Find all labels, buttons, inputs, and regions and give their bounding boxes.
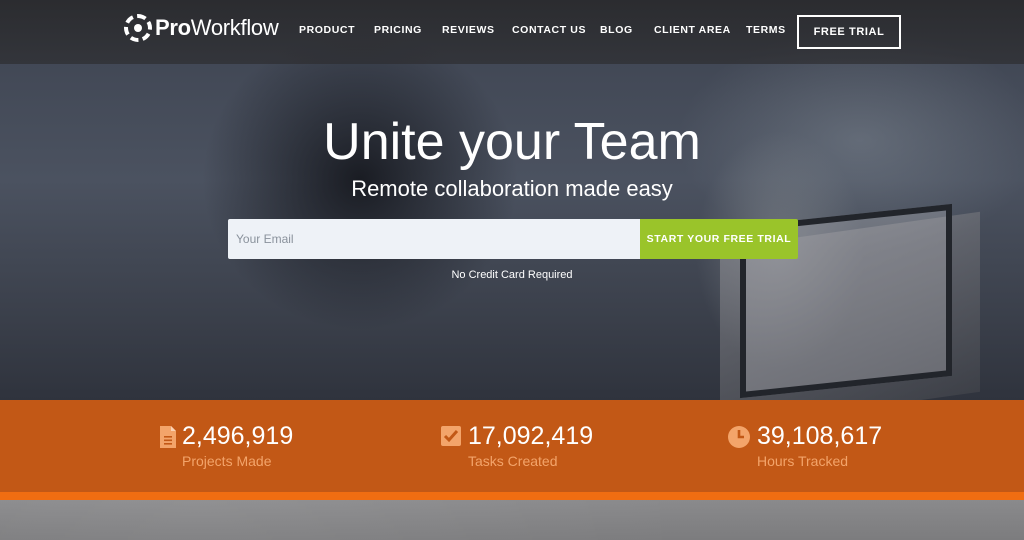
stat-tasks: 17,092,419 Tasks Created <box>440 422 640 469</box>
logo[interactable]: ProWorkflow <box>124 13 279 43</box>
logo-text-pro: Pro <box>155 15 191 40</box>
logo-text: ProWorkflow <box>155 15 279 41</box>
signup-form: START YOUR FREE TRIAL <box>228 219 798 259</box>
clock-icon <box>727 425 753 449</box>
free-trial-button[interactable]: FREE TRIAL <box>797 15 901 49</box>
stat-value: 17,092,419 <box>468 422 594 450</box>
orange-divider-stripe <box>0 492 1024 500</box>
nav-item-reviews[interactable]: REVIEWS <box>442 24 495 36</box>
logo-text-workflow: Workflow <box>190 15 279 40</box>
stat-projects: 2,496,919 Projects Made <box>158 422 358 469</box>
document-icon <box>158 425 178 449</box>
top-navigation-bar: ProWorkflow PRODUCT PRICING REVIEWS CONT… <box>0 0 1024 64</box>
nav-item-contact-us[interactable]: CONTACT US <box>512 24 586 36</box>
gear-icon <box>124 14 152 42</box>
nav-item-client-area[interactable]: CLIENT AREA <box>654 24 731 36</box>
stat-value: 39,108,617 <box>757 422 883 450</box>
nav-item-blog[interactable]: BLOG <box>600 24 633 36</box>
nav-item-product[interactable]: PRODUCT <box>299 24 355 36</box>
stat-label: Tasks Created <box>468 453 558 469</box>
stat-value: 2,496,919 <box>182 422 294 450</box>
email-input[interactable] <box>228 219 640 259</box>
no-credit-card-note: No Credit Card Required <box>451 269 573 281</box>
concrete-texture-band <box>0 500 1024 540</box>
stat-hours: 39,108,617 Hours Tracked <box>727 422 927 469</box>
stat-label: Projects Made <box>182 453 272 469</box>
checkbox-icon <box>440 425 464 449</box>
nav-item-terms[interactable]: TERMS <box>746 24 786 36</box>
stats-bar: 2,496,919 Projects Made 17,092,419 Tasks… <box>0 400 1024 492</box>
start-free-trial-button[interactable]: START YOUR FREE TRIAL <box>640 219 798 259</box>
hero-subheadline: Remote collaboration made easy <box>351 176 673 201</box>
hero-headline: Unite your Team <box>323 113 701 171</box>
nav-item-pricing[interactable]: PRICING <box>374 24 422 36</box>
stat-label: Hours Tracked <box>757 453 849 469</box>
